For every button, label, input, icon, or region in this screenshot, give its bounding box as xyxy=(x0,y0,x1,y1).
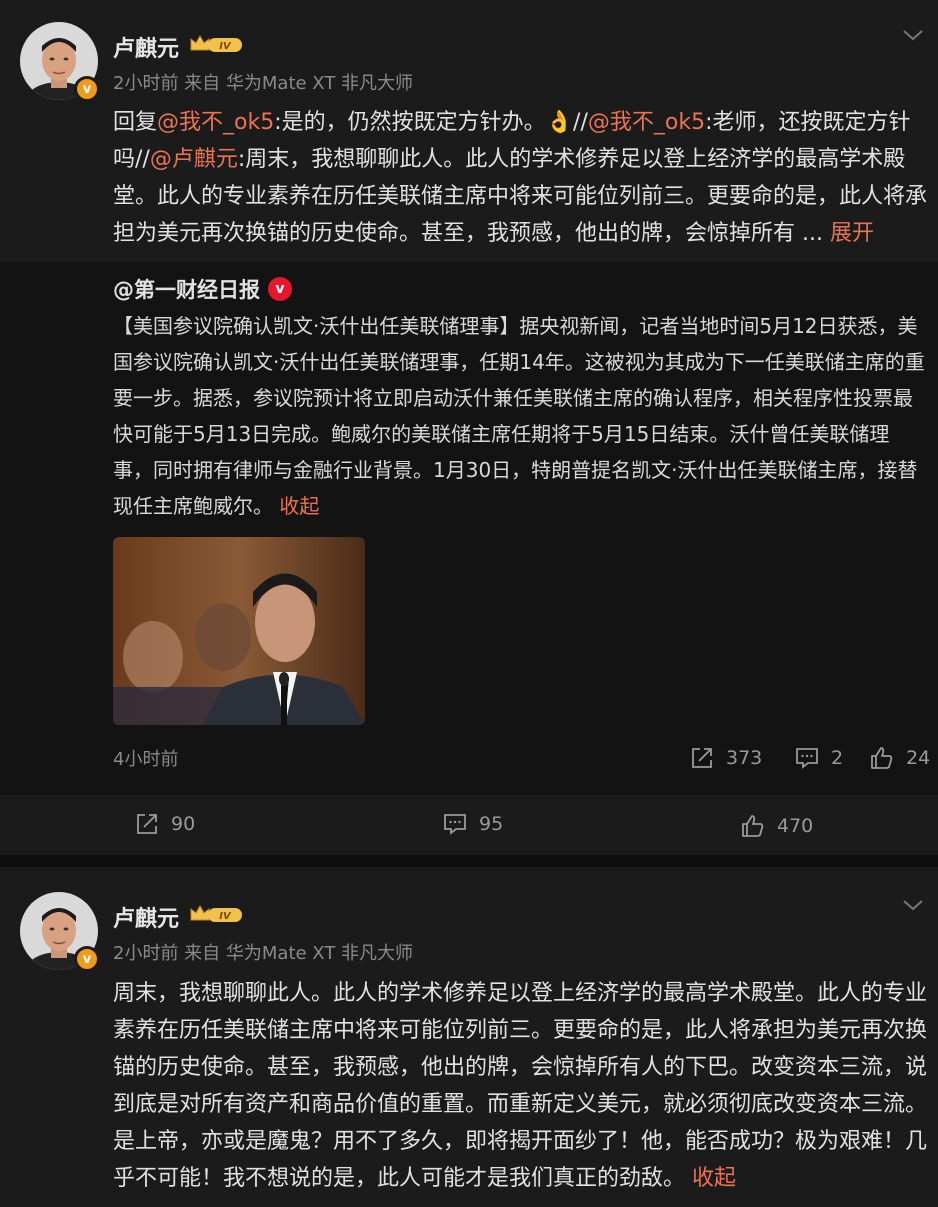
crown-level-icon[interactable]: IV xyxy=(188,32,244,56)
chevron-down-icon[interactable] xyxy=(902,28,924,42)
crown-level-icon[interactable]: IV xyxy=(188,902,244,926)
repost-time: 4小时前 xyxy=(113,749,179,770)
post-meta: 2小时前 来自 华为Mate XT 非凡大师 xyxy=(113,943,414,964)
username[interactable]: 卢麒元 xyxy=(113,31,179,63)
repost-button[interactable]: 90 xyxy=(135,812,195,836)
chevron-down-icon[interactable] xyxy=(902,898,924,912)
post-body: 回复@我不_ok5:是的，仍然按既定方针办。👌//@我不_ok5:老师，还按既定… xyxy=(113,104,928,252)
repost-photo[interactable] xyxy=(113,537,365,725)
expand-link[interactable]: 展开 xyxy=(830,221,874,246)
collapse-link[interactable]: 收起 xyxy=(279,494,319,518)
count-label: 373 xyxy=(726,747,763,769)
like-count: 470 xyxy=(777,815,814,837)
photo-image xyxy=(113,537,365,725)
comment-icon xyxy=(444,814,466,835)
collapse-link[interactable]: 收起 xyxy=(692,1166,736,1191)
like-button[interactable]: 470 xyxy=(741,814,813,838)
avatar[interactable]: v xyxy=(20,892,100,972)
repost-count: 90 xyxy=(171,813,196,835)
repost-text: 【美国参议院确认凯文·沃什出任美联储理事】据央视新闻，记者当地时间5月12日获悉… xyxy=(113,314,925,518)
verified-badge: v xyxy=(268,277,292,301)
post-text: 周末，我想聊聊此人。此人的学术修养足以登上经济学的最高学术殿堂。此人的专业素养在… xyxy=(113,981,928,1191)
comment-icon xyxy=(796,748,818,769)
post-body: 周末，我想聊聊此人。此人的学术修养足以登上经济学的最高学术殿堂。此人的专业素养在… xyxy=(113,975,928,1197)
text-segment: :是的，仍然按既定方针办。 xyxy=(274,110,546,135)
count-label: 2 xyxy=(831,747,844,769)
repost-author[interactable]: @第一财经日报 xyxy=(113,274,260,304)
count-label: 24 xyxy=(906,747,931,769)
like-icon xyxy=(871,747,893,769)
weibo-post: v 卢麒元 IV 2小时前 来自 华为Mate XT 非凡大师 回复@我不_ok… xyxy=(0,0,938,855)
repost-body: 【美国参议院确认凯文·沃什出任美联储理事】据央视新闻，记者当地时间5月12日获悉… xyxy=(113,308,928,524)
mention-link[interactable]: @我不_ok5 xyxy=(588,110,705,135)
text-segment: 回复 xyxy=(113,110,158,135)
text-segment: // xyxy=(573,110,588,135)
repost-comment-count[interactable]: 2 xyxy=(795,746,843,770)
level-badge-text: IV xyxy=(219,41,232,52)
comment-button[interactable]: 95 xyxy=(443,812,503,836)
verified-badge: v xyxy=(74,946,100,972)
post-meta: 2小时前 来自 华为Mate XT 非凡大师 xyxy=(113,73,414,94)
level-badge-text: IV xyxy=(219,911,232,922)
weibo-post: v 卢麒元 IV 2小时前 来自 华为Mate XT 非凡大师 周末，我想聊聊此… xyxy=(0,867,938,1207)
avatar[interactable]: v xyxy=(20,22,100,102)
repost-like-count[interactable]: 24 xyxy=(870,746,930,770)
repost-icon xyxy=(692,748,712,768)
username[interactable]: 卢麒元 xyxy=(113,901,179,933)
ok-hand-emoji: 👌 xyxy=(545,110,574,135)
mention-link[interactable]: @我不_ok5 xyxy=(157,110,274,135)
verified-badge: v xyxy=(74,76,100,102)
repost-repost-count[interactable]: 373 xyxy=(690,746,762,770)
comment-count: 95 xyxy=(479,813,504,835)
mention-link[interactable]: @卢麒元 xyxy=(150,147,238,172)
like-icon xyxy=(742,815,764,837)
repost-icon xyxy=(137,814,157,834)
